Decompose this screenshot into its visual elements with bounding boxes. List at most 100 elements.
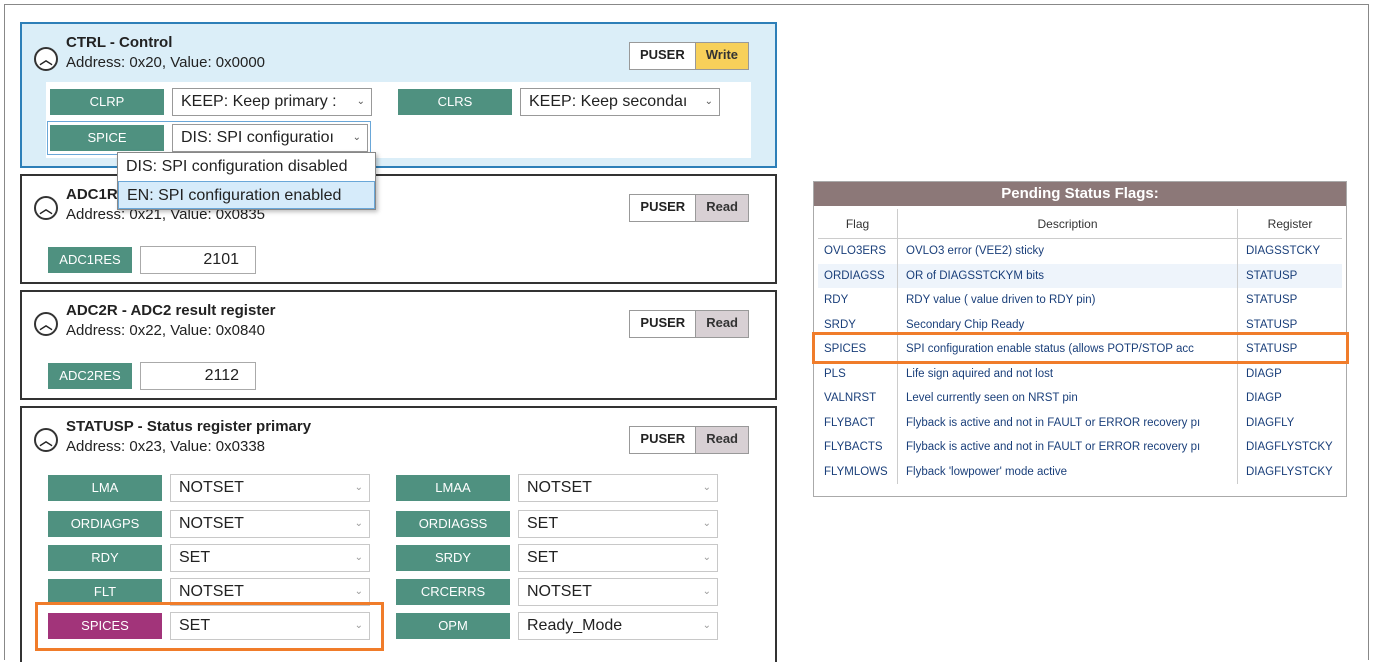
field-srdy: SRDY SET ⌄ [396,544,718,572]
collapse-icon[interactable]: ︿ [34,196,58,220]
description-cell: Flyback is active and not in FAULT or ER… [898,435,1238,460]
spice-select[interactable]: DIS: SPI configuratioı ⌄ [172,124,368,152]
field-label: RDY [48,545,162,571]
collapse-icon[interactable]: ︿ [34,47,58,71]
field-adc2res: ADC2RES 2112 [48,362,256,390]
puser-button[interactable]: PUSER [630,195,696,221]
rdy-select[interactable]: SET ⌄ [170,544,370,572]
field-crcerrs: CRCERRS NOTSET ⌄ [396,578,718,606]
write-button[interactable]: Write [694,43,748,69]
adc1res-value: 2101 [140,246,256,274]
table-row[interactable]: FLYMLOWS Flyback 'lowpower' mode active DI… [818,459,1342,484]
flag-cell: FLYMLOWS [818,459,898,484]
puser-button[interactable]: PUSER [629,43,695,69]
field-clrs: CLRS KEEP: Keep secondaı ⌄ [398,88,720,116]
field-ordiagps: ORDIAGPS NOTSET ⌄ [48,510,370,538]
chevron-down-icon: ⌄ [702,518,711,529]
field-label: CRCERRS [396,579,510,605]
dropdown-option-dis[interactable]: DIS: SPI configuration disabled [118,153,375,181]
field-label: ORDIAGPS [48,511,162,537]
flag-cell: PLS [818,361,898,386]
panel-address: Address: 0x22, Value: 0x0840 [66,322,266,339]
field-clrp: CLRP KEEP: Keep primary : ⌄ [50,88,372,116]
panel-title: ADC2R - ADC2 result register [66,302,276,319]
pending-title: Pending Status Flags: [814,182,1346,206]
clrs-select[interactable]: KEEP: Keep secondaı ⌄ [520,88,720,116]
table-row[interactable]: ORDIAGSS OR of DIAGSSTCKYM bits STATUSP [818,263,1342,288]
field-label: LMAA [396,475,510,501]
field-rdy: RDY SET ⌄ [48,544,370,572]
field-label: ADC2RES [48,363,132,389]
register-panel-adc2r[interactable]: ︿ ADC2R - ADC2 result register Address: … [20,290,777,400]
chevron-down-icon: ⌄ [356,96,365,107]
field-opm: OPM Ready_Mode ⌄ [396,612,718,640]
dropdown-option-en[interactable]: EN: SPI configuration enabled [118,181,375,209]
ordiagss-select[interactable]: SET ⌄ [518,510,718,538]
field-adc1res: ADC1RES 2101 [48,246,256,274]
flag-cell: OVLO3ERS [818,239,898,264]
puser-button[interactable]: PUSER [630,311,696,337]
field-label: LMA [48,475,162,501]
field-label: CLRP [50,89,164,115]
description-cell: RDY value ( value driven to RDY pin) [898,288,1238,313]
srdy-select[interactable]: SET ⌄ [518,544,718,572]
crcerrs-select[interactable]: NOTSET ⌄ [518,578,718,606]
field-label: OPM [396,613,510,639]
table-header-row: Flag Description Register [818,209,1342,239]
register-cell: DIAGFLYSTCKY [1246,465,1333,478]
spice-dropdown-list[interactable]: DIS: SPI configuration disabled EN: SPI … [117,152,376,210]
chevron-down-icon: ⌄ [354,518,363,529]
register-cell: DIAGSSTCKY [1246,245,1321,258]
flag-cell: VALNRST [818,386,898,411]
panel-title: CTRL - Control [66,34,173,51]
flag-cell: FLYBACTS [818,435,898,460]
description-cell: Level currently seen on NRST pin [898,386,1238,411]
button-group: PUSER Read [629,310,749,338]
collapse-icon[interactable]: ︿ [34,312,58,336]
table-row[interactable]: VALNRST Level currently seen on NRST pin D… [818,386,1342,411]
register-cell: DIAGFLY [1246,416,1295,429]
table-row[interactable]: FLYBACTS Flyback is active and not in FAU… [818,435,1342,460]
register-cell: DIAGP [1246,392,1282,405]
flag-cell: FLYBACT [818,410,898,435]
flag-cell: ORDIAGSS [818,263,898,288]
field-label: ORDIAGSS [396,511,510,537]
column-header-flag: Flag [818,209,898,238]
chevron-down-icon: ⌄ [702,482,711,493]
table-row[interactable]: RDY RDY value ( value driven to RDY pin) S… [818,288,1342,313]
description-cell: OR of DIAGSSTCKYM bits [898,263,1238,288]
register-cell: DIAGP [1246,367,1282,380]
flag-cell: RDY [818,288,898,313]
table-row[interactable]: PLS Life sign aquired and not lost DIAGP [818,361,1342,386]
description-cell: Life sign aquired and not lost [898,361,1238,386]
collapse-icon[interactable]: ︿ [34,428,58,452]
table-row[interactable]: FLYBACT Flyback is active and not in FAUL… [818,410,1342,435]
read-button[interactable]: Read [695,427,748,453]
field-spice: SPICE DIS: SPI configuratioı ⌄ [47,121,371,155]
panel-address: Address: 0x23, Value: 0x0338 [66,438,266,455]
chevron-down-icon: ⌄ [702,586,711,597]
chevron-down-icon: ⌄ [704,96,713,107]
field-label: ADC1RES [48,247,132,273]
lmaa-select[interactable]: NOTSET ⌄ [518,474,718,502]
read-button[interactable]: Read [695,195,748,221]
opm-select[interactable]: Ready_Mode ⌄ [518,612,718,640]
ordiagps-select[interactable]: NOTSET ⌄ [170,510,370,538]
field-label: SPICE [50,125,164,151]
field-label: CLRS [398,89,512,115]
chevron-down-icon: ⌄ [702,552,711,563]
button-group: PUSER Read [629,194,749,222]
lma-select[interactable]: NOTSET ⌄ [170,474,370,502]
clrp-select[interactable]: KEEP: Keep primary : ⌄ [172,88,372,116]
read-button[interactable]: Read [695,311,748,337]
description-cell: OVLO3 error (VEE2) sticky [898,239,1238,264]
field-ordiagss: ORDIAGSS SET ⌄ [396,510,718,538]
panel-title: STATUSP - Status register primary [66,418,312,435]
puser-button[interactable]: PUSER [630,427,696,453]
panel-title: ADC1R [66,186,118,203]
register-panel-ctrl[interactable]: ︿ CTRL - Control Address: 0x20, Value: 0… [20,22,777,168]
chevron-down-icon: ⌄ [352,132,361,143]
description-cell: Flyback is active and not in FAULT or ER… [898,410,1238,435]
register-cell: STATUSP [1246,294,1298,307]
table-row[interactable]: OVLO3ERS OVLO3 error (VEE2) sticky DIAGSST… [818,239,1342,264]
